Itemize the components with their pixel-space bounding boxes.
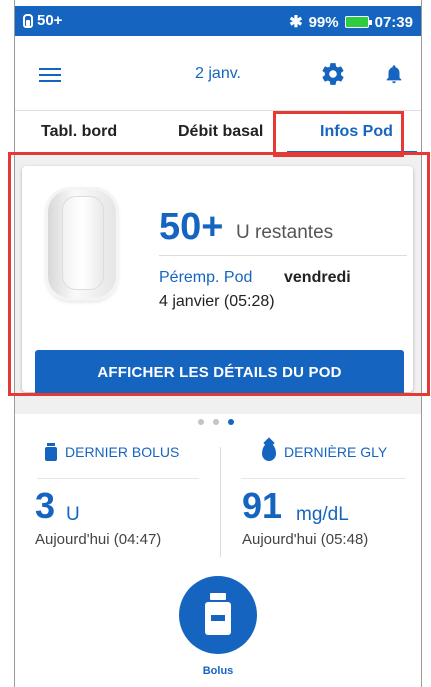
last-glucose-value: 91 bbox=[242, 485, 283, 526]
last-bolus-title: DERNIER BOLUS bbox=[65, 444, 180, 460]
system-status: ✱ 99% 07:39 bbox=[289, 12, 413, 32]
battery-percent: 99% bbox=[308, 13, 339, 31]
page-dot[interactable] bbox=[198, 419, 204, 425]
tab-dashboard[interactable]: Tabl. bord bbox=[41, 123, 117, 141]
clock: 07:39 bbox=[374, 13, 413, 31]
last-bolus-unit: U bbox=[66, 504, 80, 525]
last-glucose-time: Aujourd'hui (05:48) bbox=[242, 531, 369, 548]
blood-drop-icon bbox=[262, 443, 276, 461]
divider bbox=[37, 478, 199, 479]
page-dot-active[interactable] bbox=[228, 419, 234, 425]
tab-basal-rate[interactable]: Débit basal bbox=[178, 123, 263, 141]
page-dot[interactable] bbox=[213, 419, 219, 425]
gear-icon[interactable] bbox=[320, 61, 346, 87]
last-glucose-unit: mg/dL bbox=[296, 504, 349, 525]
app-header: 2 janv. bbox=[15, 36, 421, 110]
status-bar: 50+ ✱ 99% 07:39 bbox=[15, 6, 421, 36]
divider bbox=[220, 447, 221, 557]
battery-icon bbox=[344, 16, 372, 28]
last-bolus-time: Aujourd'hui (04:47) bbox=[35, 531, 162, 548]
highlight-box-tab bbox=[273, 111, 404, 157]
last-bolus-header: DERNIER BOLUS bbox=[45, 443, 179, 461]
pod-insulin-indicator: 50+ bbox=[37, 12, 63, 29]
last-glucose-title: DERNIÈRE GLY bbox=[284, 444, 388, 460]
header-date: 2 janv. bbox=[195, 65, 241, 82]
insulin-vial-icon bbox=[45, 443, 57, 461]
last-glucose-header: DERNIÈRE GLY bbox=[262, 443, 387, 461]
highlight-box-panel bbox=[8, 152, 430, 396]
bluetooth-icon: ✱ bbox=[289, 14, 303, 31]
page-indicator bbox=[15, 414, 421, 432]
pod-status: 50+ bbox=[23, 12, 62, 29]
insulin-vial-icon bbox=[205, 593, 231, 635]
bell-icon[interactable] bbox=[383, 61, 405, 87]
last-bolus-value: 3 bbox=[35, 485, 56, 526]
bolus-button-label: Bolus bbox=[202, 665, 234, 677]
divider bbox=[241, 478, 406, 479]
pod-icon bbox=[23, 13, 33, 28]
bolus-button[interactable] bbox=[179, 576, 257, 654]
